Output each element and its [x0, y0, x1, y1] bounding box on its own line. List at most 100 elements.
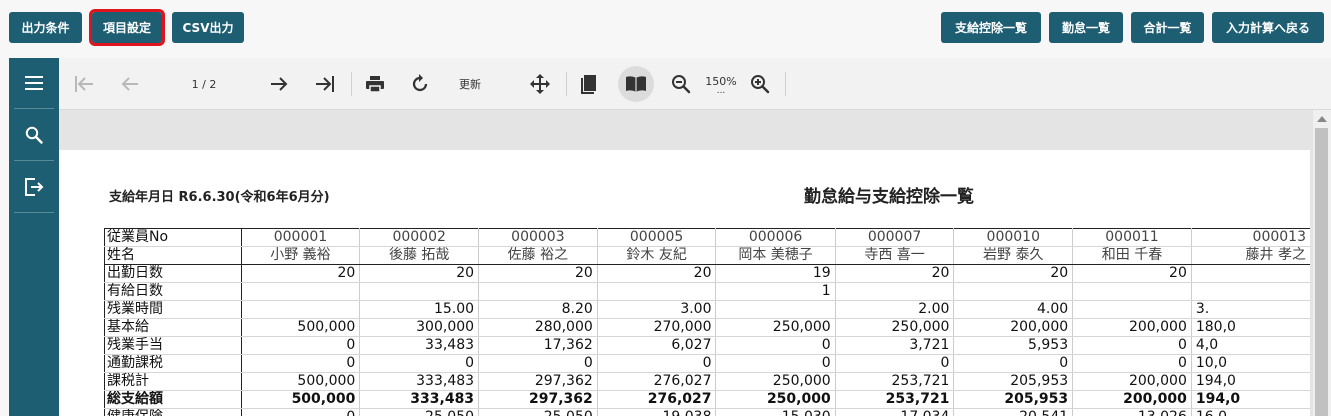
- table-row: 通勤課税 0 0 0 0 0 0 0 0 10,0: [104, 354, 1310, 373]
- table-cell: 20: [953, 264, 1074, 283]
- last-page-icon[interactable]: [310, 58, 340, 110]
- table-cell: 3.: [1191, 300, 1310, 319]
- scroll-up-icon[interactable]: [1317, 116, 1327, 122]
- table-cell: 小野 義裕: [241, 246, 361, 265]
- table-cell: 20: [359, 264, 480, 283]
- csv-export-button[interactable]: CSV出力: [172, 12, 244, 43]
- menu-icon[interactable]: [9, 58, 59, 108]
- table-cell: 25,050: [359, 408, 480, 416]
- table-cell: 000006: [715, 228, 836, 247]
- table-row: 基本給 500,000 300,000 280,000 270,000 250,000 25…: [104, 318, 1310, 337]
- row-label: 残業手当: [104, 336, 242, 355]
- pay-date: 支給年月日 R6.6.30(令和6年6月分): [109, 190, 330, 205]
- table-cell: 200,000: [953, 318, 1074, 337]
- zoom-in-icon[interactable]: [745, 58, 775, 110]
- toolbar-divider: [785, 72, 786, 96]
- table-cell: 0: [1072, 354, 1192, 373]
- table-cell: 鈴木 友紀: [597, 246, 717, 265]
- table-cell: 1: [715, 282, 836, 301]
- single-page-icon[interactable]: [575, 58, 605, 110]
- refresh-label[interactable]: 更新: [452, 58, 488, 110]
- report-title: 勤怠給与支給控除一覧: [804, 187, 974, 207]
- search-icon[interactable]: [9, 110, 59, 160]
- table-cell: 250,000: [715, 372, 836, 391]
- table-cell: 0: [359, 354, 480, 373]
- table-cell: 205,953: [953, 390, 1074, 409]
- table-cell: 19: [715, 264, 836, 283]
- table-cell: 6,027: [597, 336, 717, 355]
- table-cell: 25,050: [478, 408, 598, 416]
- table-cell: 194,0: [1191, 372, 1310, 391]
- export-icon[interactable]: [9, 162, 59, 212]
- table-cell: 5,953: [953, 336, 1074, 355]
- table-cell: 15.00: [359, 300, 480, 319]
- attendance-list-button[interactable]: 勤怠一覧: [1049, 12, 1123, 43]
- table-cell: 250,000: [715, 390, 836, 409]
- table-cell: 270,000: [597, 318, 717, 337]
- table-cell: 000011: [1072, 228, 1192, 247]
- vertical-scrollbar[interactable]: [1313, 110, 1331, 416]
- table-cell: [597, 282, 717, 301]
- move-icon[interactable]: [525, 58, 555, 110]
- employee-no-row: 従業員No 000001 000002 000003 000005 000006 00000…: [104, 228, 1310, 247]
- first-page-icon[interactable]: [69, 58, 99, 110]
- table-cell: 0: [715, 336, 836, 355]
- back-to-calculation-button[interactable]: 入力計算へ戻る: [1212, 12, 1324, 43]
- scrollbar-thumb[interactable]: [1315, 128, 1328, 416]
- table-cell: 000002: [359, 228, 480, 247]
- reload-icon[interactable]: [405, 58, 435, 110]
- report-table: 従業員No 000001 000002 000003 000005 000006 00000…: [104, 228, 1310, 416]
- table-cell: 333,483: [359, 372, 480, 391]
- item-settings-button[interactable]: 項目設定: [89, 9, 165, 46]
- book-view-icon[interactable]: [618, 66, 654, 102]
- table-cell: [1191, 264, 1310, 283]
- sidebar-divider: [14, 160, 54, 161]
- table-cell: [835, 282, 955, 301]
- table-row: 残業時間 15.00 8.20 3.00 2.00 4.00 3.: [104, 300, 1310, 319]
- table-cell: 276,027: [597, 390, 717, 409]
- total-list-button[interactable]: 合計一覧: [1131, 12, 1204, 43]
- table-cell: 4,0: [1191, 336, 1310, 355]
- table-cell: 297,362: [478, 372, 598, 391]
- page-indicator: 1 / 2: [191, 77, 217, 91]
- output-conditions-button[interactable]: 出力条件: [9, 12, 82, 43]
- next-page-icon[interactable]: [264, 58, 294, 110]
- payment-deduction-list-button[interactable]: 支給控除一覧: [941, 12, 1041, 43]
- table-cell: 3,721: [835, 336, 955, 355]
- table-cell: 20,541: [953, 408, 1074, 416]
- table-cell: 17,034: [835, 408, 955, 416]
- table-cell: 200,000: [1072, 390, 1192, 409]
- table-cell: 0: [241, 408, 361, 416]
- table-cell: 16,0: [1191, 408, 1310, 416]
- table-cell: 250,000: [715, 318, 836, 337]
- previous-page-icon[interactable]: [115, 58, 145, 110]
- table-cell: 000001: [241, 228, 361, 247]
- row-label: 健康保険: [104, 408, 242, 416]
- table-cell: 0: [241, 354, 361, 373]
- table-cell: [478, 282, 598, 301]
- table-cell: 000010: [953, 228, 1074, 247]
- table-cell: 000007: [835, 228, 955, 247]
- print-icon[interactable]: [360, 58, 390, 110]
- table-cell: 280,000: [478, 318, 598, 337]
- table-cell: 20: [241, 264, 361, 283]
- zoom-level[interactable]: 150% ...: [701, 58, 741, 110]
- table-cell: 2.00: [835, 300, 955, 319]
- zoom-out-icon[interactable]: [666, 58, 696, 110]
- table-cell: [241, 282, 361, 301]
- employee-name-row: 姓名 小野 義裕 後藤 拓哉 佐藤 裕之 鈴木 友紀 岡本 美穂子 寺西 喜一 岩野 泰久 和田…: [104, 246, 1310, 265]
- table-row: 有給日数 1: [104, 282, 1310, 301]
- table-cell: 000005: [597, 228, 717, 247]
- table-row: 残業手当 0 33,483 17,362 6,027 0 3,721 5,953 0 4,0: [104, 336, 1310, 355]
- table-cell: 3.00: [597, 300, 717, 319]
- table-row: 課税計 500,000 333,483 297,362 276,027 250,000 25…: [104, 372, 1310, 391]
- row-label: 総支給額: [104, 390, 242, 409]
- table-cell: 33,483: [359, 336, 480, 355]
- table-cell: 20: [1072, 264, 1192, 283]
- table-cell: 000013: [1191, 228, 1310, 247]
- report-page: 支給年月日 R6.6.30(令和6年6月分) 勤怠給与支給控除一覧 従業員No 0…: [59, 150, 1310, 416]
- row-label: 出勤日数: [104, 264, 242, 283]
- table-row: 出勤日数 20 20 20 20 19 20 20 20: [104, 264, 1310, 283]
- table-cell: 253,721: [835, 372, 955, 391]
- table-cell: 0: [835, 354, 955, 373]
